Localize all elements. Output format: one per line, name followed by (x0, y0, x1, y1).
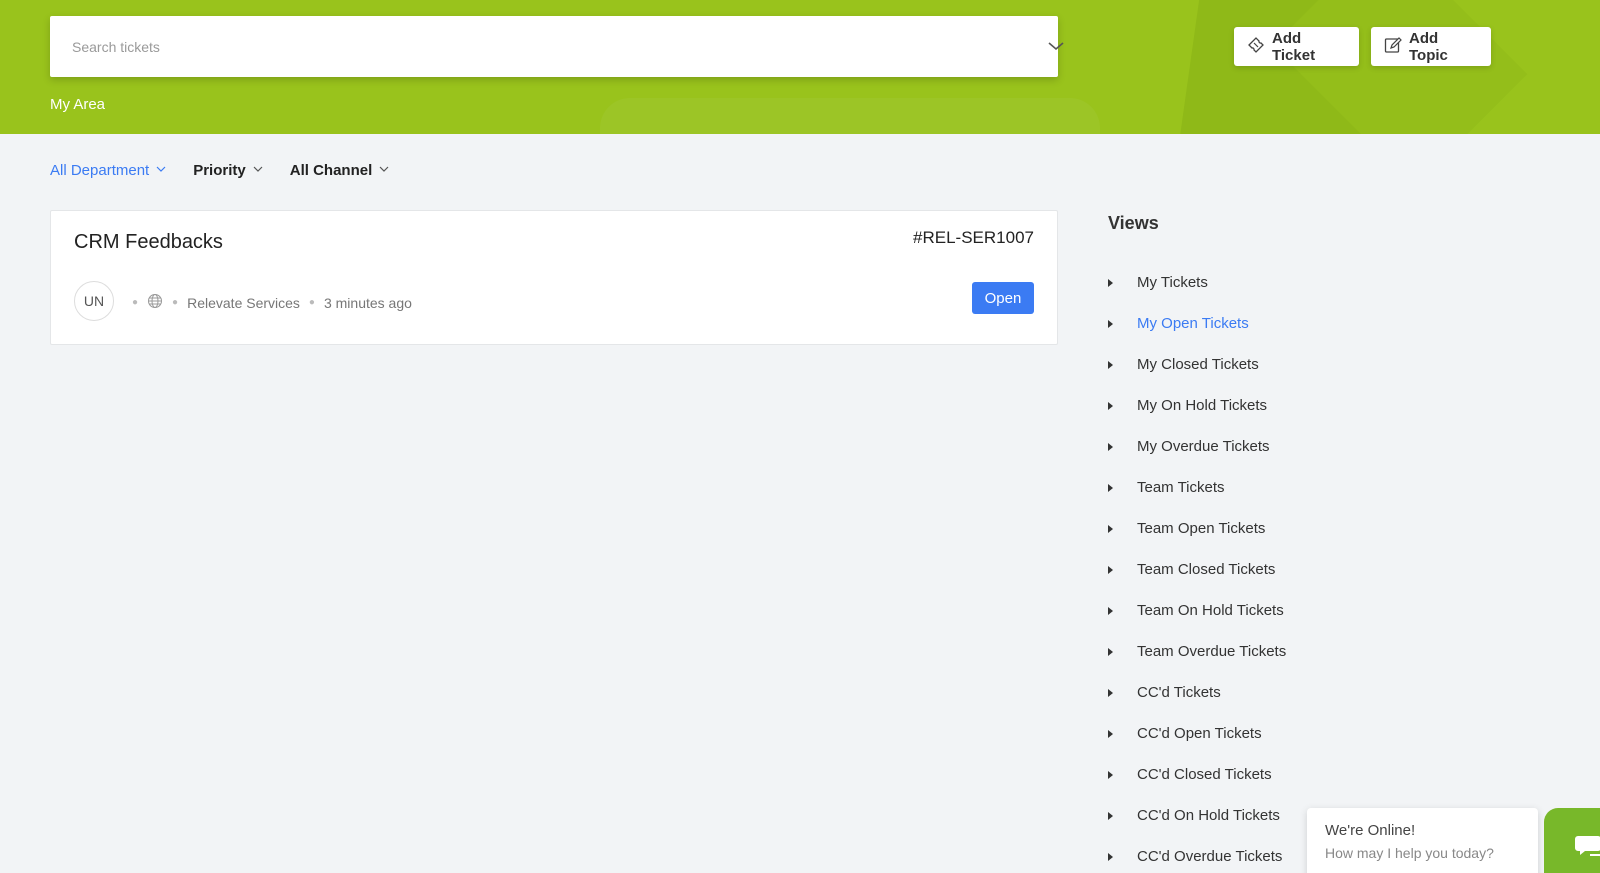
view-item[interactable]: CC'd Closed Tickets (1108, 754, 1286, 795)
status-badge[interactable]: Open (972, 282, 1034, 314)
view-item[interactable]: CC'd Overdue Tickets (1108, 836, 1286, 873)
view-item-label: Team Overdue Tickets (1137, 643, 1287, 660)
view-item-label: Team Tickets (1137, 479, 1225, 496)
caret-right-icon (1108, 524, 1113, 533)
view-item-label: Team On Hold Tickets (1137, 602, 1284, 619)
caret-right-icon (1108, 442, 1113, 451)
view-item-label: My Tickets (1137, 274, 1208, 291)
caret-right-icon (1108, 278, 1113, 287)
caret-right-icon (1108, 852, 1113, 861)
priority-filter-label: Priority (193, 162, 246, 179)
chat-prompt[interactable]: We're Online! How may I help you today? (1307, 808, 1538, 873)
view-item[interactable]: Team On Hold Tickets (1108, 590, 1286, 631)
chevron-down-icon (155, 162, 167, 179)
view-item-label: My Closed Tickets (1137, 356, 1259, 373)
department-filter[interactable]: All Department (50, 162, 167, 179)
caret-right-icon (1108, 811, 1113, 820)
caret-right-icon (1108, 565, 1113, 574)
view-item[interactable]: My Closed Tickets (1108, 344, 1286, 385)
separator-dot: ● (132, 297, 139, 308)
chevron-down-icon[interactable] (1044, 34, 1068, 58)
chat-subtitle: How may I help you today? (1325, 845, 1494, 861)
add-ticket-label: Add Ticket (1272, 29, 1316, 64)
view-item-label: Team Closed Tickets (1137, 561, 1276, 578)
views-heading: Views (1108, 213, 1159, 233)
priority-filter[interactable]: Priority (193, 162, 264, 179)
caret-right-icon (1108, 483, 1113, 492)
view-item[interactable]: My Tickets (1108, 262, 1286, 303)
ticket-icon (1246, 35, 1272, 59)
view-item[interactable]: My On Hold Tickets (1108, 385, 1286, 426)
globe-icon (147, 293, 163, 312)
breadcrumb[interactable]: My Area (50, 96, 105, 113)
add-topic-button[interactable]: Add Topic (1371, 27, 1491, 66)
caret-right-icon (1108, 606, 1113, 615)
edit-icon (1383, 35, 1409, 59)
view-item-label: CC'd Closed Tickets (1137, 766, 1272, 783)
caret-right-icon (1108, 729, 1113, 738)
view-item[interactable]: Team Closed Tickets (1108, 549, 1286, 590)
view-item[interactable]: My Overdue Tickets (1108, 426, 1286, 467)
view-item-label: CC'd Overdue Tickets (1137, 848, 1283, 865)
view-item-label: My Open Tickets (1137, 315, 1249, 332)
caret-right-icon (1108, 401, 1113, 410)
caret-right-icon (1108, 319, 1113, 328)
avatar: UN (74, 281, 114, 321)
view-item[interactable]: CC'd Open Tickets (1108, 713, 1286, 754)
view-item-label: CC'd On Hold Tickets (1137, 807, 1280, 824)
search-bar (50, 16, 1064, 77)
channel-filter[interactable]: All Channel (290, 162, 391, 179)
view-item[interactable]: Team Tickets (1108, 467, 1286, 508)
caret-right-icon (1108, 647, 1113, 656)
caret-right-icon (1108, 688, 1113, 697)
separator-dot: ● (172, 297, 179, 308)
ticket-title[interactable]: CRM Feedbacks (74, 231, 223, 254)
channel-filter-label: All Channel (289, 162, 373, 179)
chevron-down-icon (378, 162, 390, 179)
view-item-label: My On Hold Tickets (1137, 397, 1268, 414)
ticket-department: Relevate Services (187, 294, 300, 311)
views-list: My Tickets My Open Tickets My Closed Ticke… (1108, 262, 1286, 873)
header-decoration (600, 98, 1100, 134)
filter-bar: All Department Priority All Channel (50, 162, 416, 179)
view-item-label: CC'd Tickets (1137, 684, 1221, 701)
add-topic-label: Add Topic (1409, 29, 1448, 64)
caret-right-icon (1108, 770, 1113, 779)
view-item[interactable]: CC'd On Hold Tickets (1108, 795, 1286, 836)
chat-title: We're Online! (1325, 822, 1416, 839)
view-item-label: My Overdue Tickets (1137, 438, 1270, 455)
chevron-down-icon (252, 162, 264, 179)
search-input[interactable] (50, 16, 1010, 77)
ticket-time: 3 minutes ago (323, 294, 412, 311)
separator-dot: ● (308, 297, 315, 308)
ticket-card[interactable]: CRM Feedbacks #REL-SER1007 UN ● ● Releva… (50, 210, 1058, 345)
add-ticket-button[interactable]: Add Ticket (1234, 27, 1359, 66)
view-item[interactable]: My Open Tickets (1108, 303, 1286, 344)
view-item[interactable]: Team Open Tickets (1108, 508, 1286, 549)
chat-launcher-button[interactable] (1544, 808, 1600, 873)
ticket-id: #REL-SER1007 (913, 228, 1034, 247)
department-filter-label: All Department (50, 162, 150, 179)
view-item-label: Team Open Tickets (1137, 520, 1266, 537)
caret-right-icon (1108, 360, 1113, 369)
view-item[interactable]: Team Overdue Tickets (1108, 631, 1286, 672)
view-item-label: CC'd Open Tickets (1137, 725, 1262, 742)
view-item[interactable]: CC'd Tickets (1108, 672, 1286, 713)
ticket-meta: ● ● Relevate Services ● 3 minutes ago (123, 293, 412, 312)
header-banner: My Area Add Ticket Add Topic (0, 0, 1600, 134)
